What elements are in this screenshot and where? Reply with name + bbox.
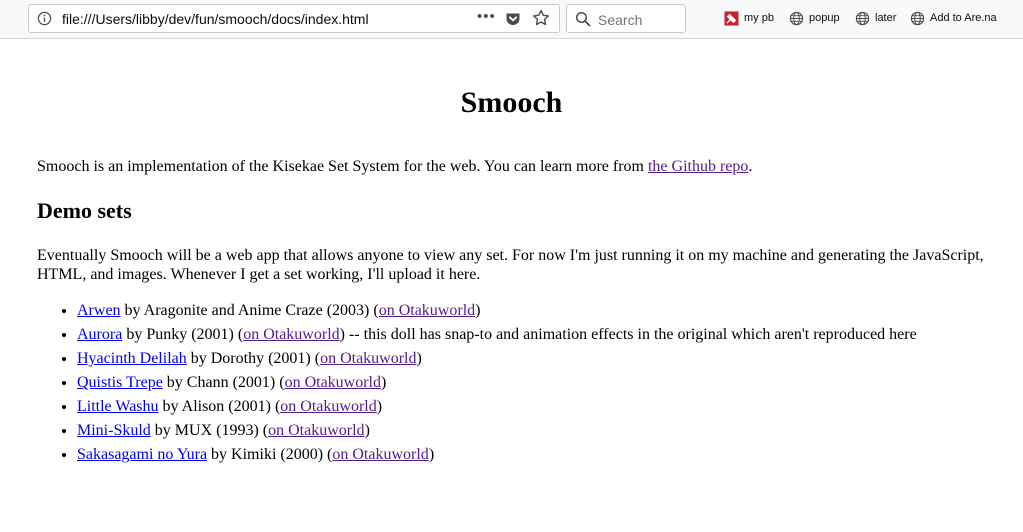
globe-icon (910, 11, 925, 26)
pinboard-icon (724, 11, 739, 26)
search-bar[interactable]: Search (566, 4, 686, 33)
otakuworld-link[interactable]: on Otakuworld (285, 374, 381, 391)
list-item: Little Washu by Alison (2001) (on Otakuw… (77, 395, 997, 419)
set-link[interactable]: Little Washu (77, 398, 159, 415)
set-credit: by Kimiki (2000) ( (207, 446, 333, 463)
info-icon[interactable] (37, 11, 52, 26)
globe-icon (855, 11, 870, 26)
bookmark-label: my pb (744, 12, 774, 24)
set-link[interactable]: Mini-Skuld (77, 422, 151, 439)
set-note: ) (376, 398, 383, 415)
set-credit: by Dorothy (2001) ( (186, 350, 321, 367)
set-link[interactable]: Arwen (77, 302, 121, 319)
set-credit: by Chann (2001) ( (162, 374, 285, 391)
intro-end: . (748, 158, 753, 175)
intro-text: Smooch is an implementation of the Kisek… (37, 158, 648, 175)
list-item: Hyacinth Delilah by Dorothy (2001) (on O… (77, 347, 997, 371)
bookmark-label: popup (809, 12, 840, 24)
url-text[interactable]: file:///Users/libby/dev/fun/smooch/docs/… (62, 11, 369, 27)
list-item: Sakasagami no Yura by Kimiki (2000) (on … (77, 443, 997, 467)
set-credit: by Punky (2001) ( (122, 326, 244, 343)
otakuworld-link[interactable]: on Otakuworld (243, 326, 339, 343)
list-item: Quistis Trepe by Chann (2001) (on Otakuw… (77, 371, 997, 395)
set-note: ) (428, 446, 435, 463)
set-note: ) (416, 350, 422, 367)
set-link[interactable]: Aurora (77, 326, 122, 343)
set-note: ) (475, 302, 481, 319)
page-content: Smooch Smooch is an implementation of th… (0, 40, 1023, 532)
set-note: ) (381, 374, 387, 391)
browser-toolbar: file:///Users/libby/dev/fun/smooch/docs/… (0, 0, 1023, 39)
otakuworld-link[interactable]: on Otakuworld (379, 302, 475, 319)
set-note: ) -- this doll has snap-to and animation… (339, 326, 917, 343)
bookmark-label: Add to Are.na (930, 12, 997, 24)
section-heading: Demo sets (37, 198, 132, 223)
set-credit: by Alison (2001) ( (158, 398, 281, 415)
page-title: Smooch (460, 86, 563, 119)
search-icon (575, 11, 591, 27)
intro-paragraph: Smooch is an implementation of the Kisek… (37, 158, 752, 176)
github-repo-link[interactable]: the Github repo (648, 158, 748, 175)
set-credit: by Aragonite and Anime Craze (2003) ( (120, 302, 379, 319)
set-link[interactable]: Quistis Trepe (77, 374, 163, 391)
bookmark-label: later (875, 12, 897, 24)
url-bar[interactable]: file:///Users/libby/dev/fun/smooch/docs/… (28, 4, 560, 33)
list-item: Aurora by Punky (2001) (on Otakuworld) -… (77, 323, 997, 347)
demo-sets-list: Arwen by Aragonite and Anime Craze (2003… (37, 299, 997, 467)
otakuworld-link[interactable]: on Otakuworld (268, 422, 364, 439)
page-actions-icon[interactable]: ••• (477, 8, 496, 25)
globe-icon (789, 11, 804, 26)
pocket-icon[interactable] (505, 11, 521, 27)
list-item: Arwen by Aragonite and Anime Craze (2003… (77, 299, 997, 323)
set-link[interactable]: Hyacinth Delilah (77, 350, 187, 367)
otakuworld-link[interactable]: on Otakuworld (332, 446, 428, 463)
set-credit: by MUX (1993) ( (150, 422, 269, 439)
bookmark-star-icon[interactable] (532, 9, 550, 27)
search-placeholder: Search (598, 12, 643, 28)
otakuworld-link[interactable]: on Otakuworld (280, 398, 376, 415)
otakuworld-link[interactable]: on Otakuworld (320, 350, 416, 367)
set-note: ) (364, 422, 370, 439)
list-item: Mini-Skuld by MUX (1993) (on Otakuworld) (77, 419, 997, 443)
section-paragraph: Eventually Smooch will be a web app that… (37, 247, 984, 283)
set-link[interactable]: Sakasagami no Yura (77, 446, 207, 463)
